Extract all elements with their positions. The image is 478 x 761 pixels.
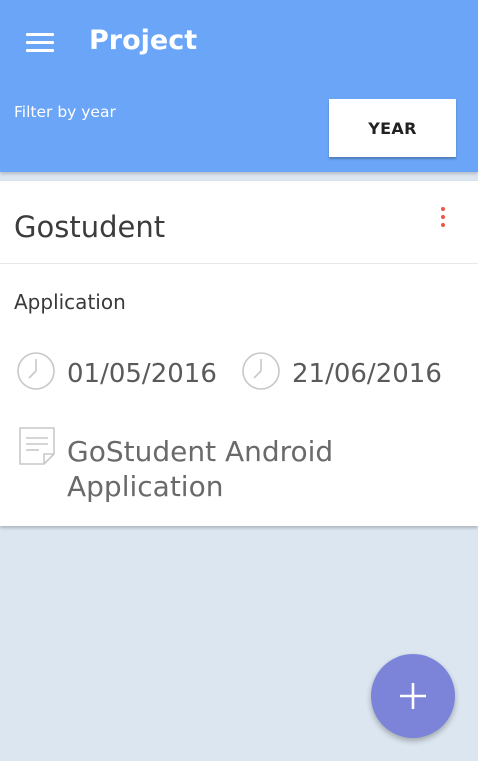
menu-button[interactable] [20, 24, 60, 60]
more-vertical-icon [441, 223, 445, 227]
year-filter-button[interactable]: YEAR [329, 99, 456, 157]
add-project-button[interactable] [371, 654, 455, 738]
project-card[interactable]: Gostudent Application 01/05/2016 21/06/2… [0, 181, 478, 526]
card-divider [0, 263, 478, 264]
menu-icon-bar [26, 41, 54, 44]
menu-icon-bar [26, 49, 54, 52]
plus-icon [400, 683, 426, 709]
note-icon [19, 427, 55, 465]
more-options-button[interactable] [430, 203, 456, 237]
project-description: GoStudent Android Application [67, 435, 334, 503]
clock-icon [17, 352, 55, 390]
more-vertical-icon [441, 215, 445, 219]
filter-label: Filter by year [14, 103, 116, 121]
app-bar: Project Filter by year YEAR [0, 0, 478, 172]
start-date: 01/05/2016 [67, 359, 217, 389]
end-date: 21/06/2016 [292, 359, 442, 389]
more-vertical-icon [441, 207, 445, 211]
project-name: Gostudent [14, 210, 166, 244]
project-category: Application [14, 290, 126, 314]
page-title: Project [89, 25, 198, 56]
clock-icon [242, 352, 280, 390]
menu-icon-bar [26, 33, 54, 36]
